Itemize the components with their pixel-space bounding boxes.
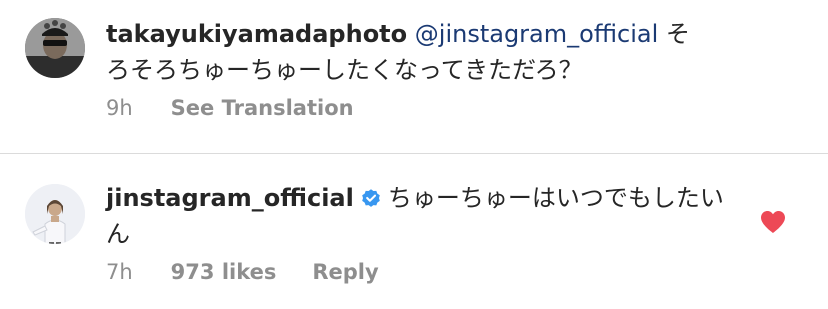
comment-item: takayukiyamadaphoto @jinstagram_official…: [0, 0, 828, 154]
comment-text: takayukiyamadaphoto @jinstagram_official…: [106, 16, 706, 88]
comment-text: jinstagram_official ちゅーちゅーはいつでもしたいん: [106, 180, 726, 252]
comment-meta: 7h 973 likes Reply: [106, 260, 379, 284]
avatar[interactable]: [25, 18, 85, 78]
reply-button[interactable]: Reply: [312, 260, 378, 284]
comment-item: jinstagram_official ちゅーちゅーはいつでもしたいん 7h 97…: [0, 154, 828, 309]
likes-count[interactable]: 973 likes: [171, 260, 277, 284]
comment-timestamp: 9h: [106, 96, 133, 120]
heart-icon[interactable]: [760, 210, 786, 234]
comment-meta: 9h See Translation: [106, 96, 354, 120]
comment-username[interactable]: jinstagram_official: [106, 184, 354, 212]
comment-username[interactable]: takayukiyamadaphoto: [106, 20, 407, 48]
avatar[interactable]: [25, 184, 85, 244]
verified-badge-icon: [362, 189, 380, 207]
mention-link[interactable]: @jinstagram_official: [415, 20, 658, 48]
see-translation-button[interactable]: See Translation: [171, 96, 354, 120]
comment-timestamp: 7h: [106, 260, 133, 284]
